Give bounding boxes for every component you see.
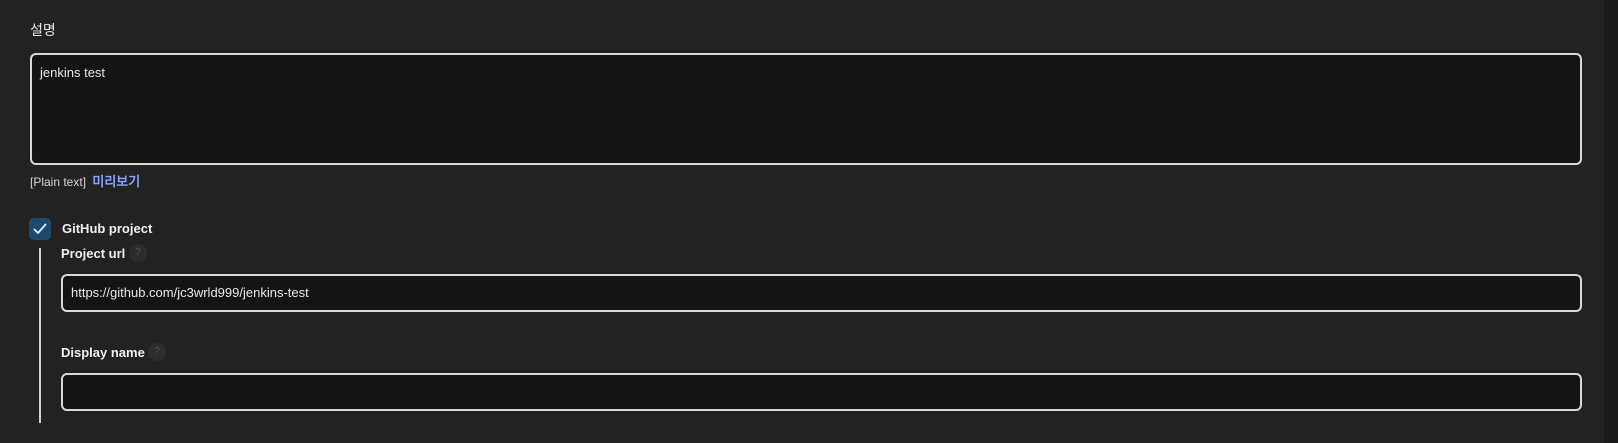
description-format-line: [Plain text] 미리보기 bbox=[30, 171, 140, 190]
display-name-help-icon[interactable]: ? bbox=[148, 343, 166, 361]
preview-link[interactable]: 미리보기 bbox=[92, 174, 140, 189]
display-name-input[interactable] bbox=[61, 373, 1582, 411]
description-label: 설명 bbox=[30, 22, 56, 38]
description-textarea[interactable]: jenkins test bbox=[30, 53, 1582, 165]
github-project-label[interactable]: GitHub project bbox=[62, 221, 152, 236]
nested-section-bar bbox=[39, 248, 41, 423]
project-url-label: Project url bbox=[61, 246, 126, 261]
display-name-label: Display name bbox=[61, 345, 145, 360]
plain-text-label: [Plain text] bbox=[30, 175, 87, 189]
project-url-help-icon[interactable]: ? bbox=[129, 244, 147, 262]
checkmark-icon bbox=[33, 223, 47, 234]
project-url-input[interactable]: https://github.com/jc3wrld999/jenkins-te… bbox=[61, 274, 1582, 312]
github-project-checkbox[interactable] bbox=[29, 218, 51, 240]
vertical-scrollbar[interactable] bbox=[1604, 0, 1618, 443]
job-config-page: 설명 jenkins test [Plain text] 미리보기 GitHub… bbox=[0, 0, 1618, 443]
